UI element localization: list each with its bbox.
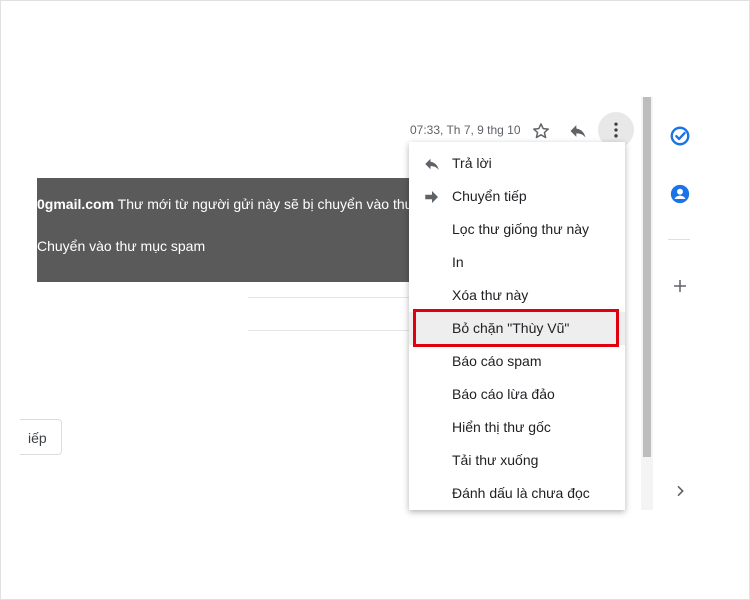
forward-arrow-icon bbox=[423, 188, 441, 206]
reply-icon[interactable] bbox=[565, 118, 591, 144]
side-panel-divider bbox=[668, 239, 690, 240]
banner-message: 0gmail.com Thư mới từ người gửi này sẽ b… bbox=[37, 196, 444, 212]
menu-item-label: Đánh dấu là chưa đọc bbox=[452, 485, 590, 501]
menu-item-download[interactable]: Tải thư xuống bbox=[409, 444, 625, 477]
forward-button[interactable]: iếp bbox=[20, 419, 62, 455]
star-icon[interactable] bbox=[528, 118, 554, 144]
menu-item-mark-unread[interactable]: Đánh dấu là chưa đọc bbox=[409, 477, 625, 510]
highlight-annotation-box bbox=[413, 309, 619, 347]
menu-item-label: Báo cáo spam bbox=[452, 353, 542, 369]
chevron-right-icon[interactable] bbox=[668, 479, 692, 503]
menu-item-delete[interactable]: Xóa thư này bbox=[409, 279, 625, 312]
divider bbox=[248, 330, 410, 331]
menu-item-report-phishing[interactable]: Báo cáo lừa đảo bbox=[409, 378, 625, 411]
scrollbar-track[interactable] bbox=[641, 97, 653, 510]
message-timestamp: 07:33, Th 7, 9 thg 10 bbox=[410, 123, 521, 137]
menu-item-forward[interactable]: Chuyển tiếp bbox=[409, 180, 625, 213]
more-vert-icon bbox=[614, 122, 618, 138]
menu-item-report-spam[interactable]: Báo cáo spam bbox=[409, 345, 625, 378]
move-to-spam-link[interactable]: Chuyển vào thư mục spam bbox=[37, 238, 205, 254]
menu-item-label: In bbox=[452, 254, 464, 270]
divider bbox=[248, 297, 410, 298]
tasks-icon[interactable] bbox=[668, 124, 692, 148]
menu-item-label: Xóa thư này bbox=[452, 287, 529, 303]
menu-item-filter[interactable]: Lọc thư giống thư này bbox=[409, 213, 625, 246]
reply-icon bbox=[423, 155, 441, 173]
banner-email: 0gmail.com bbox=[37, 196, 115, 212]
menu-item-show-original[interactable]: Hiển thị thư gốc bbox=[409, 411, 625, 444]
menu-item-label: Báo cáo lừa đảo bbox=[452, 386, 555, 402]
menu-item-reply[interactable]: Trả lời bbox=[409, 147, 625, 180]
menu-item-label: Hiển thị thư gốc bbox=[452, 419, 551, 435]
banner-text: Thư mới từ người gửi này sẽ bị chuyển và… bbox=[117, 196, 445, 212]
add-icon[interactable] bbox=[668, 274, 692, 298]
contacts-icon[interactable] bbox=[668, 182, 692, 206]
menu-item-label: Lọc thư giống thư này bbox=[452, 221, 590, 237]
menu-item-label: Chuyển tiếp bbox=[452, 188, 527, 204]
menu-item-print[interactable]: In bbox=[409, 246, 625, 279]
block-notice-banner: 0gmail.com Thư mới từ người gửi này sẽ b… bbox=[37, 178, 444, 282]
scrollbar-thumb[interactable] bbox=[643, 97, 651, 457]
menu-item-label: Trả lời bbox=[452, 155, 492, 171]
screenshot-frame bbox=[0, 0, 750, 600]
menu-item-label: Tải thư xuống bbox=[452, 452, 539, 468]
